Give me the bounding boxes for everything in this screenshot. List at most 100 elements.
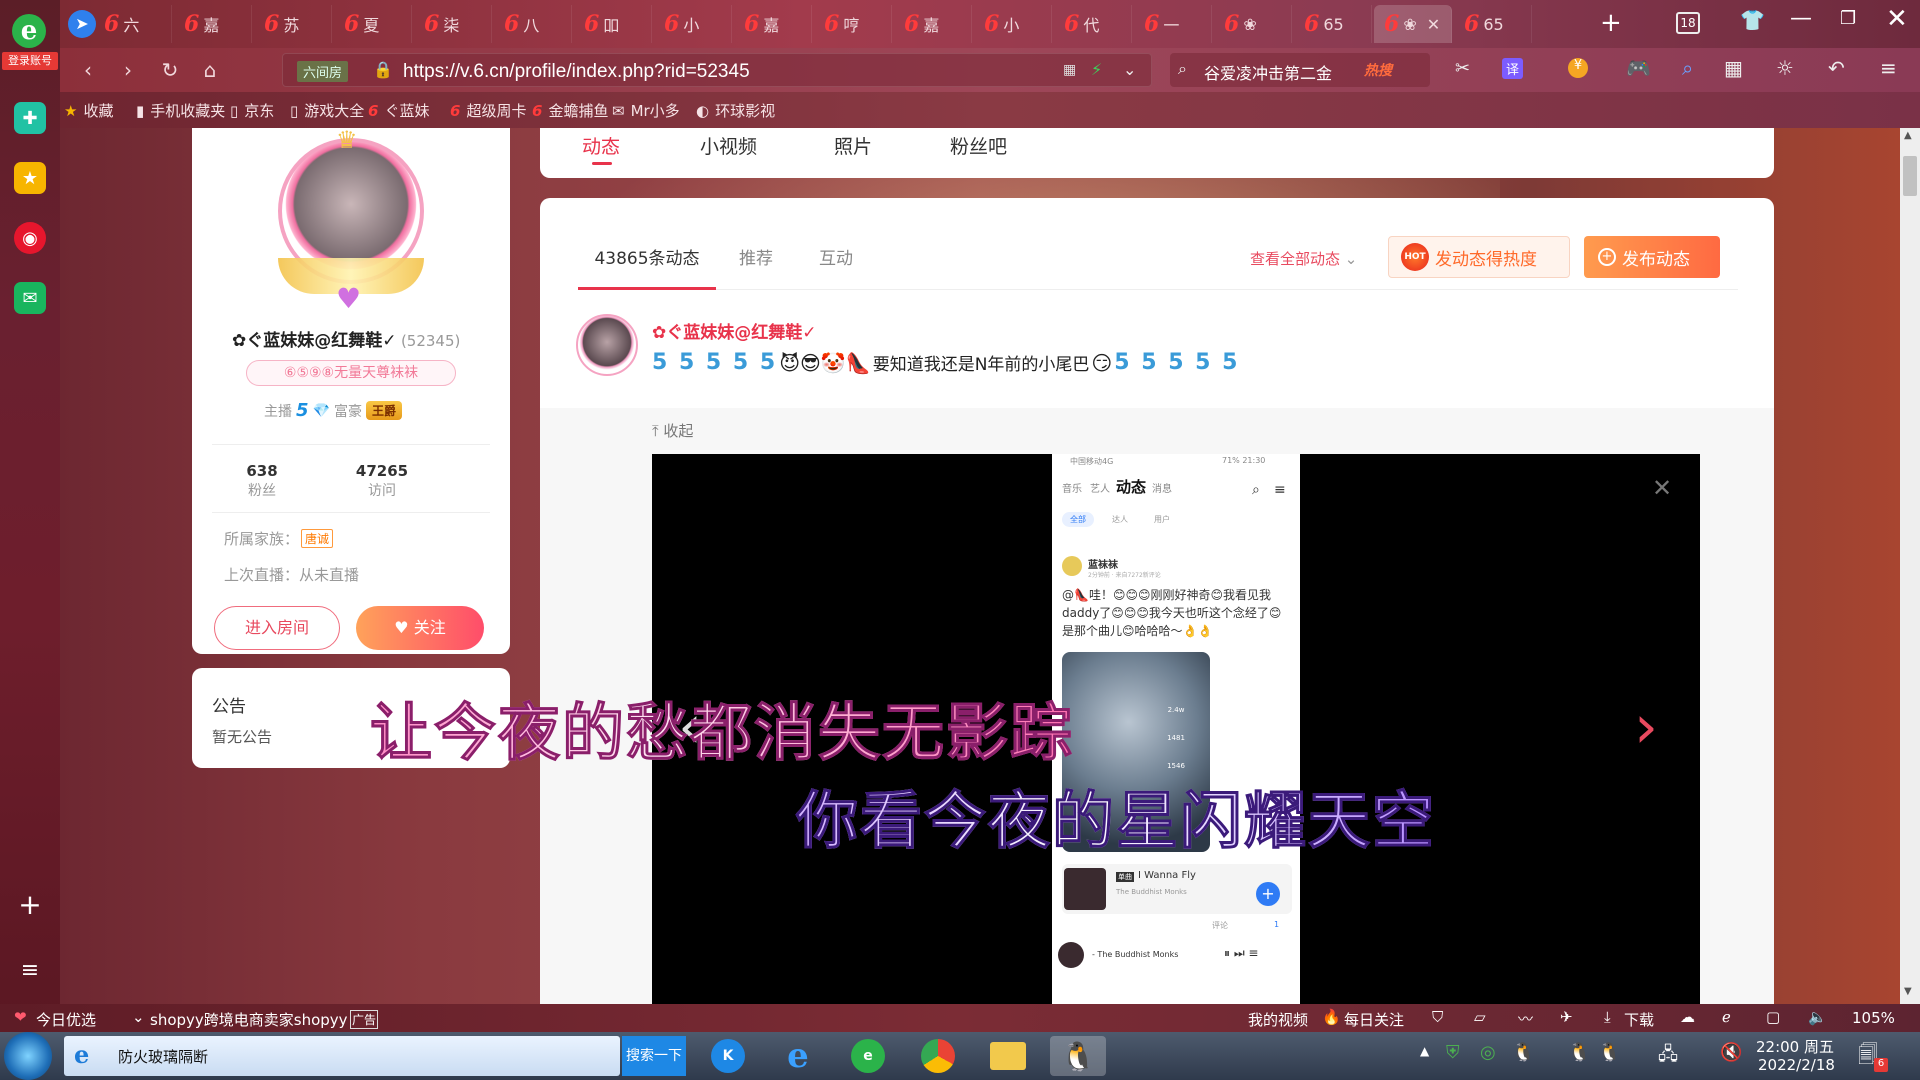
tray-qq3-icon[interactable]: 🐧 [1598, 1042, 1620, 1063]
page-scrollbar[interactable]: ▲ ▼ [1900, 128, 1920, 1004]
browser-tab[interactable]: 6哼 [814, 5, 892, 43]
my-video-link[interactable]: 我的视频 [1248, 1009, 1308, 1030]
weibo-icon[interactable]: ◉ [14, 222, 46, 254]
post-avatar[interactable] [576, 314, 638, 376]
undo-icon[interactable]: ↶ [1828, 56, 1845, 80]
bookmark-item[interactable]: ✉ Mr小多 [612, 100, 680, 121]
tray-qq2-icon[interactable]: 🐧 [1568, 1042, 1590, 1063]
brightness-icon[interactable]: ☼ [1776, 56, 1794, 80]
favorites-star-icon[interactable]: ★ [14, 162, 46, 194]
browser-tab[interactable]: 6嘉 [894, 5, 972, 43]
browser-tab[interactable]: 6小 [654, 5, 732, 43]
chrome-icon[interactable] [910, 1036, 966, 1076]
feed-tab[interactable]: 互动 [796, 228, 876, 290]
rocket-icon[interactable]: ✈ [1560, 1008, 1573, 1026]
bookmark-item[interactable]: ▯ 游戏大全 [290, 100, 364, 121]
visits-stat[interactable]: 47265 访问 [342, 462, 422, 500]
fold-button[interactable]: ⤒ 收起 [652, 420, 693, 441]
browser-tab[interactable]: 6苏 [254, 5, 332, 43]
close-viewer-icon[interactable]: ✕ [1652, 474, 1672, 502]
download-label[interactable]: 下载 [1624, 1009, 1654, 1030]
browser-tab[interactable]: 6 65 [1294, 5, 1372, 43]
fans-stat[interactable]: 638 粉丝 [222, 462, 302, 500]
browser-tab[interactable]: 6嘉 [734, 5, 812, 43]
browser-icon[interactable]: e [840, 1036, 896, 1076]
url-text[interactable]: https://v.6.cn/profile/index.php?rid=523… [403, 61, 750, 83]
browser-tab[interactable]: 6小 [974, 5, 1052, 43]
window-icon[interactable]: ▢ [1766, 1008, 1780, 1026]
bookmark-item[interactable]: 6 金蟾捕鱼 [532, 100, 608, 121]
home-button[interactable]: ⌂ [196, 56, 224, 84]
feed-tab[interactable]: 推荐 [716, 228, 796, 290]
search-button[interactable]: 搜索一下 [622, 1036, 686, 1076]
bookmark-item[interactable]: 6 ぐ蓝妹 [368, 100, 429, 121]
browser-tab[interactable]: 6吅 [574, 5, 652, 43]
enter-room-button[interactable]: 进入房间 [214, 606, 340, 650]
browser-logo-icon[interactable]: e [12, 14, 46, 48]
tray-shield-icon[interactable]: ⛨ [1446, 1042, 1460, 1063]
start-button[interactable] [4, 1032, 52, 1080]
zoom-level[interactable]: 105% [1852, 1009, 1895, 1027]
coin-icon[interactable]: ¥ [1568, 58, 1588, 78]
browser-tab[interactable]: 6六 [94, 5, 172, 43]
bookmark-item[interactable]: ★ 收藏 [64, 100, 113, 121]
tray-360-icon[interactable]: ◎ [1480, 1042, 1496, 1063]
qq-icon[interactable]: 🐧 [1050, 1036, 1106, 1076]
cloud-icon[interactable]: ☁ [1680, 1008, 1695, 1026]
tray-network-icon[interactable]: 🖧 [1658, 1042, 1678, 1072]
bookmark-item[interactable]: ▯ 京东 [230, 100, 274, 121]
add-app-icon[interactable]: ✚ [14, 102, 46, 134]
today-picks[interactable]: 今日优选 [36, 1009, 96, 1030]
ie-compat-icon[interactable]: ℯ [1722, 1008, 1731, 1026]
feed-tab[interactable]: 43865条动态 [578, 228, 716, 290]
next-arrow-icon[interactable]: › [1634, 692, 1658, 762]
address-bar[interactable]: 六间房 🔒 https://v.6.cn/profile/index.php?r… [282, 53, 1152, 87]
chart-icon[interactable]: ▱ [1474, 1008, 1486, 1026]
minimize-button[interactable]: — [1790, 6, 1812, 31]
close-window-button[interactable]: ✕ [1886, 4, 1908, 34]
mail-icon[interactable]: ✉ [14, 282, 46, 314]
scroll-down-icon[interactable]: ▼ [1904, 986, 1912, 997]
browser-tab[interactable]: 6八 [494, 5, 572, 43]
clock-date[interactable]: 2022/2/18 [1758, 1056, 1835, 1074]
profile-tab[interactable]: 小视频 [700, 132, 757, 159]
bookmark-item[interactable]: 6 超级周卡 [450, 100, 526, 121]
daily-follow-link[interactable]: 每日关注 [1344, 1009, 1404, 1030]
hot-post-button[interactable]: HOT 发动态得热度 [1388, 236, 1570, 278]
browser-tab[interactable]: 6 ❀ [1214, 5, 1292, 43]
apps-grid-icon[interactable]: ▦ [1724, 56, 1743, 80]
profile-tab[interactable]: 照片 [834, 132, 872, 159]
scissors-icon[interactable]: ✂ [1455, 58, 1470, 79]
login-button[interactable]: 登录账号 [2, 52, 58, 70]
tray-volume-icon[interactable]: 🔇 [1720, 1042, 1742, 1063]
translate-icon[interactable]: 译 [1502, 58, 1524, 79]
browser-tab[interactable]: 6 ❀ ✕ [1374, 5, 1452, 43]
refresh-button[interactable]: ↻ [156, 56, 184, 84]
browser-tab[interactable]: 6嘉 [174, 5, 252, 43]
menu-list-icon[interactable]: ≡ [14, 954, 46, 986]
bookmark-item[interactable]: ▮ 手机收藏夹 [136, 100, 225, 121]
tray-arrow-icon[interactable]: ▲ [1420, 1044, 1429, 1058]
publish-button[interactable]: + 发布动态 [1584, 236, 1720, 278]
browser-tab[interactable]: 6夏 [334, 5, 412, 43]
qr-icon[interactable]: ▦ [1063, 62, 1076, 78]
back-button[interactable]: ‹ [74, 56, 102, 84]
profile-tab[interactable]: 动态 [582, 132, 620, 159]
bookmark-item[interactable]: ◐ 环球影视 [696, 100, 775, 121]
tab-count-badge[interactable]: 18 [1676, 12, 1700, 34]
browser-tab[interactable]: 6一 [1134, 5, 1212, 43]
ie-icon[interactable]: e [770, 1036, 826, 1076]
clock-time[interactable]: 22:00 周五 [1756, 1036, 1834, 1057]
view-all-dropdown[interactable]: 查看全部动态 ⌄ [1250, 248, 1357, 269]
browser-tab[interactable]: 6 65 [1454, 5, 1532, 43]
ad-text[interactable]: shopyy跨境电商卖家shopyy [150, 1009, 348, 1030]
skin-icon[interactable]: 👕 [1740, 8, 1765, 32]
ie-window-button[interactable]: e 防火玻璃隔断 搜索一下 [64, 1036, 686, 1076]
plus-icon[interactable]: + [14, 888, 46, 921]
nav-compass-icon[interactable]: ➤ [68, 10, 96, 38]
close-tab-icon[interactable]: ✕ [1427, 15, 1440, 34]
scroll-up-icon[interactable]: ▲ [1904, 130, 1912, 141]
browser-tab[interactable]: 6代 [1054, 5, 1132, 43]
browser-tab[interactable]: 6柒 [414, 5, 492, 43]
speaker-icon[interactable]: 🔈 [1808, 1008, 1827, 1026]
